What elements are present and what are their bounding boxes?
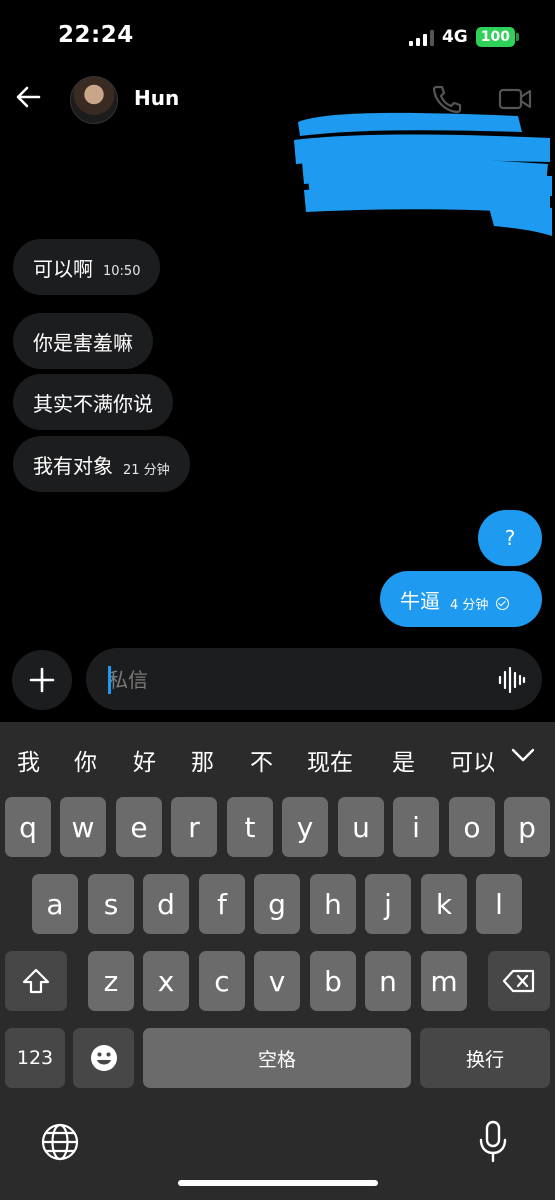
key-n[interactable]: n <box>365 951 411 1011</box>
key-k[interactable]: k <box>421 874 467 934</box>
key-s[interactable]: s <box>88 874 134 934</box>
message-text: 你是害羞嘛 <box>33 330 133 355</box>
home-indicator <box>178 1180 378 1186</box>
microphone-icon[interactable] <box>478 1120 508 1164</box>
emoji-icon <box>90 1045 117 1071</box>
battery-level: 100 <box>475 27 515 47</box>
key-l[interactable]: l <box>476 874 522 934</box>
message-text: ? <box>504 526 516 550</box>
plus-icon <box>29 667 55 693</box>
numbers-key[interactable]: 123 <box>5 1028 65 1088</box>
avatar[interactable] <box>70 76 118 124</box>
candidate-word[interactable]: 是 <box>392 743 415 777</box>
message-bubble-incoming[interactable]: 我有对象 21 分钟 <box>13 436 190 492</box>
candidate-word[interactable]: 你 <box>74 743 97 777</box>
backspace-key[interactable] <box>488 951 550 1011</box>
network-type: 4G <box>441 27 468 47</box>
text-cursor <box>108 666 111 694</box>
key-v[interactable]: v <box>254 951 300 1011</box>
candidate-word[interactable]: 好 <box>133 743 156 777</box>
read-receipt-icon <box>496 596 510 610</box>
message-bubble-outgoing[interactable]: ? <box>478 510 542 566</box>
candidate-word[interactable]: 可以 <box>450 743 494 777</box>
signal-icon <box>408 29 434 46</box>
message-text: 我有对象 <box>33 453 113 478</box>
space-key[interactable]: 空格 <box>143 1028 411 1088</box>
add-attachment-button[interactable] <box>12 650 72 710</box>
key-j[interactable]: j <box>365 874 411 934</box>
message-text: 可以啊 <box>33 256 93 281</box>
key-a[interactable]: a <box>32 874 78 934</box>
candidate-word[interactable]: 现在 <box>307 743 353 777</box>
message-input[interactable] <box>86 648 542 710</box>
emoji-key[interactable] <box>73 1028 134 1088</box>
message-input-placeholder: 私信 <box>108 668 148 692</box>
status-time: 22:24 <box>58 22 134 48</box>
globe-icon[interactable] <box>40 1122 80 1162</box>
key-u[interactable]: u <box>338 797 384 857</box>
key-e[interactable]: e <box>116 797 162 857</box>
candidate-word[interactable]: 不 <box>250 743 273 777</box>
message-time: 21 分钟 <box>123 462 170 478</box>
message-text: 其实不满你说 <box>33 391 153 416</box>
message-bubble-incoming[interactable]: 你是害羞嘛 <box>13 313 153 369</box>
contact-name[interactable]: Hun <box>134 86 179 110</box>
shift-icon <box>22 968 50 994</box>
message-bubble-incoming[interactable]: 其实不满你说 <box>13 374 173 430</box>
key-c[interactable]: c <box>199 951 245 1011</box>
key-o[interactable]: o <box>449 797 495 857</box>
key-p[interactable]: p <box>504 797 550 857</box>
key-r[interactable]: r <box>171 797 217 857</box>
key-z[interactable]: z <box>88 951 134 1011</box>
key-t[interactable]: t <box>227 797 273 857</box>
key-x[interactable]: x <box>143 951 189 1011</box>
message-bubble-outgoing[interactable]: 牛逼 4 分钟 <box>380 571 542 627</box>
chevron-down-icon[interactable] <box>510 744 536 766</box>
message-text: 牛逼 <box>400 588 440 613</box>
shift-key[interactable] <box>5 951 67 1011</box>
message-time: 10:50 <box>103 263 141 279</box>
back-arrow-icon[interactable] <box>14 82 44 112</box>
candidate-word[interactable]: 那 <box>191 743 214 777</box>
key-y[interactable]: y <box>282 797 328 857</box>
key-b[interactable]: b <box>310 951 356 1011</box>
key-g[interactable]: g <box>254 874 300 934</box>
candidate-word[interactable]: 我 <box>17 743 40 777</box>
voice-message-icon[interactable] <box>496 666 526 694</box>
key-h[interactable]: h <box>310 874 356 934</box>
backspace-icon <box>502 969 535 993</box>
key-d[interactable]: d <box>143 874 189 934</box>
key-w[interactable]: w <box>60 797 106 857</box>
redaction-scribble <box>294 112 552 236</box>
key-m[interactable]: m <box>421 951 467 1011</box>
message-time: 4 分钟 <box>450 597 489 613</box>
return-key[interactable]: 换行 <box>420 1028 550 1088</box>
key-i[interactable]: i <box>393 797 439 857</box>
key-f[interactable]: f <box>199 874 245 934</box>
status-indicators: 4G 100 <box>408 26 519 48</box>
battery-icon: 100 <box>475 27 519 47</box>
key-q[interactable]: q <box>5 797 51 857</box>
message-bubble-incoming[interactable]: 可以啊 10:50 <box>13 239 161 295</box>
